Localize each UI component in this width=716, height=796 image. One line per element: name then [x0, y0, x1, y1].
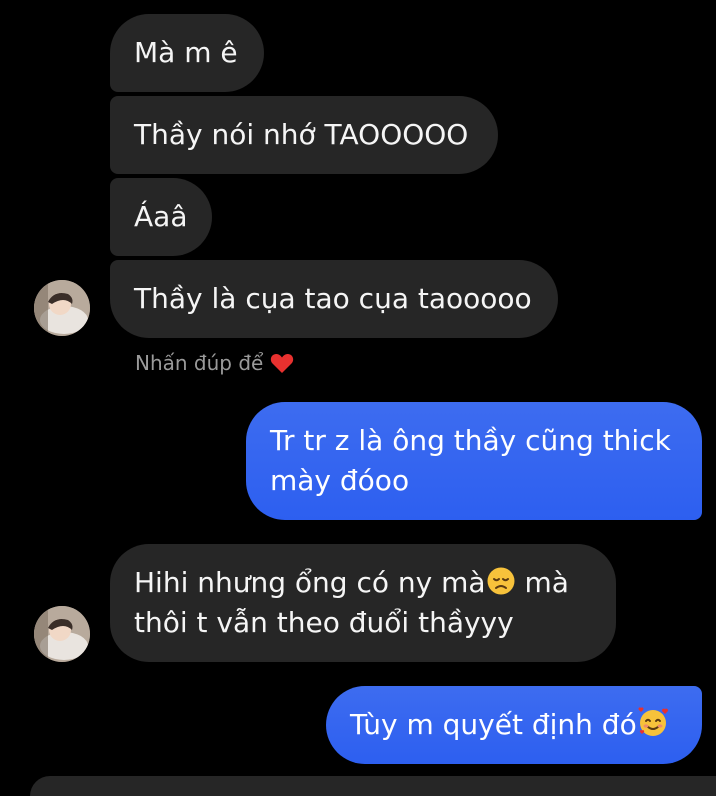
next-message-edge	[30, 776, 716, 796]
message-text: Mà m ê	[134, 36, 238, 69]
message-text: Áaâ	[134, 200, 188, 233]
double-tap-hint: Nhấn đúp để	[135, 350, 294, 376]
avatar-photo	[34, 606, 90, 662]
message-text: Hihi nhưng ổng có ny mà	[134, 566, 486, 599]
outgoing-message[interactable]: Tr tr z là ông thầy cũng thick mày đóoo	[246, 402, 702, 520]
incoming-message[interactable]: Thầy là cụa tao cụa taooooo	[110, 260, 558, 338]
avatar-photo	[34, 280, 90, 336]
avatar[interactable]	[34, 280, 90, 336]
smiling-face-with-hearts-icon	[638, 707, 668, 736]
message-line: Tr tr z là ông thầy cũng thick	[270, 424, 671, 457]
incoming-message[interactable]: Áaâ	[110, 178, 212, 256]
message-text: Tùy m quyết định đó	[350, 708, 637, 741]
incoming-message[interactable]: Mà m ê	[110, 14, 264, 92]
hint-text: Nhấn đúp để	[135, 351, 264, 375]
message-line: Hihi nhưng ổng có ny mà mà	[134, 566, 569, 599]
outgoing-message[interactable]: Tùy m quyết định đó	[326, 686, 702, 764]
incoming-message[interactable]: Thầy nói nhớ TAOOOOO	[110, 96, 498, 174]
message-line: thôi t vẫn theo đuổi thầyyy	[134, 606, 514, 639]
avatar[interactable]	[34, 606, 90, 662]
message-text: Thầy nói nhớ TAOOOOO	[134, 118, 469, 151]
incoming-message[interactable]: Hihi nhưng ổng có ny mà mà thôi t vẫn th…	[110, 544, 616, 662]
sad-face-icon	[487, 567, 515, 595]
message-line: mày đóoo	[270, 464, 410, 497]
heart-icon	[270, 353, 293, 373]
message-text: Thầy là cụa tao cụa taooooo	[134, 282, 532, 315]
